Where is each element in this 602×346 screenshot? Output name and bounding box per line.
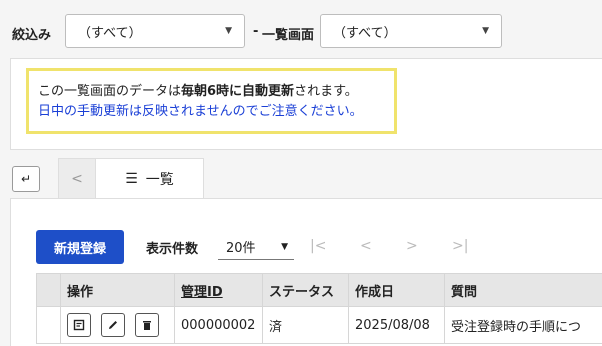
cell-created: 2025/08/08	[348, 306, 445, 344]
table-header-row: 操作 管理ID ステータス 作成日 質問	[36, 273, 602, 307]
first-page-button[interactable]: |<	[310, 238, 326, 254]
last-page-button[interactable]: >|	[452, 238, 468, 254]
notice-box: この一覧画面のデータは毎朝6時に自動更新されます。 日中の手動更新は反映されませ…	[26, 68, 397, 134]
column-header-id-label[interactable]: 管理ID	[181, 285, 223, 300]
list-dash: -	[253, 24, 259, 39]
cell-status: 済	[262, 306, 349, 344]
notice-line-1: この一覧画面のデータは毎朝6時に自動更新されます。	[38, 82, 394, 102]
list-label: 一覧画面	[262, 28, 315, 43]
records-table: 操作 管理ID ステータス 作成日 質問 000000002 済 2025/08…	[36, 273, 602, 344]
chevron-left-icon: <	[71, 170, 83, 187]
cell-id: 000000002	[174, 306, 263, 344]
notice-line-1-post: されます。	[294, 84, 358, 99]
notice-line-1-bold: 毎朝6時に自動更新	[181, 84, 295, 99]
new-register-button[interactable]: 新規登録	[36, 230, 124, 264]
edit-button[interactable]	[101, 313, 126, 337]
notice-line-2: 日中の手動更新は反映されませんのでご注意ください。	[38, 104, 363, 119]
table-row[interactable]: 000000002 済 2025/08/08 受注登録時の手順につ	[36, 306, 602, 344]
display-count-select[interactable]: 20件 ▼	[218, 234, 294, 260]
detail-icon	[73, 319, 85, 331]
table-header-spacer	[36, 273, 61, 307]
chevron-down-icon: ▼	[225, 26, 232, 36]
list-select-value: （すべて）	[333, 25, 397, 41]
next-page-button[interactable]: >	[406, 238, 418, 254]
prev-page-button[interactable]: <	[360, 238, 372, 254]
swap-icon: ↵	[20, 172, 32, 186]
swap-button[interactable]: ↵	[12, 166, 40, 192]
narrow-label: 絞込み	[12, 28, 52, 43]
narrow-select[interactable]: （すべて） ▼	[65, 14, 245, 48]
list-icon: ☰	[125, 171, 138, 187]
row-spacer	[36, 306, 61, 344]
cell-question: 受注登録時の手順につ	[444, 306, 602, 344]
display-count-value: 20件	[226, 241, 256, 256]
tab-prev-button[interactable]: <	[58, 158, 96, 198]
column-header-created: 作成日	[348, 273, 445, 307]
column-header-question: 質問	[444, 273, 602, 307]
chevron-down-icon: ▼	[281, 241, 288, 252]
list-select[interactable]: （すべて） ▼	[320, 14, 502, 48]
notice-line-1-pre: この一覧画面のデータは	[38, 84, 182, 99]
pencil-icon	[109, 321, 118, 329]
display-count-label: 表示件数	[146, 242, 199, 257]
column-header-status: ステータス	[262, 273, 349, 307]
trash-icon	[143, 321, 152, 330]
tab-list-label: 一覧	[145, 172, 174, 188]
delete-button[interactable]	[135, 313, 160, 337]
tab-list[interactable]: ☰ 一覧	[96, 158, 204, 199]
detail-button[interactable]	[67, 313, 91, 337]
column-header-actions: 操作	[60, 273, 175, 307]
chevron-down-icon: ▼	[482, 26, 489, 36]
narrow-select-value: （すべて）	[78, 25, 142, 41]
row-actions	[60, 306, 175, 344]
column-header-id[interactable]: 管理ID	[174, 273, 263, 307]
